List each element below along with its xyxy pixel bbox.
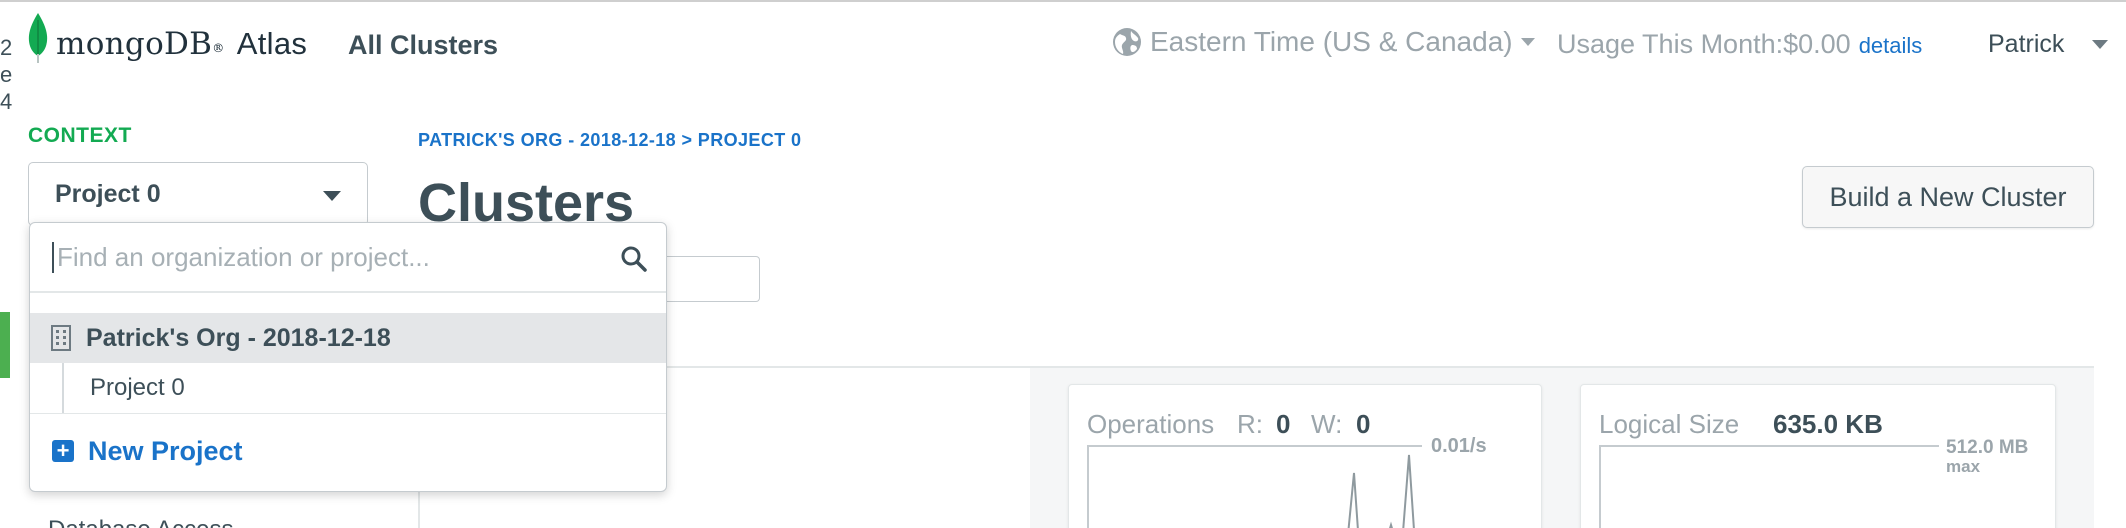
reads-value: 0 bbox=[1276, 409, 1291, 439]
context-search-input[interactable] bbox=[52, 241, 612, 273]
top-navigation-bar: mongoDB® Atlas All Clusters Eastern Time… bbox=[0, 0, 2126, 96]
all-clusters-link[interactable]: All Clusters bbox=[348, 30, 498, 61]
chevron-down-icon bbox=[1520, 38, 1535, 46]
logical-size-value: 635.0 KB bbox=[1773, 409, 1883, 439]
dropdown-project-name: Project 0 bbox=[90, 374, 185, 401]
mongodb-atlas-logo[interactable]: mongoDB® Atlas bbox=[26, 12, 307, 64]
left-edge-accent bbox=[0, 312, 10, 378]
reads-label: R: bbox=[1237, 409, 1263, 439]
globe-icon bbox=[1113, 28, 1141, 56]
building-icon bbox=[51, 325, 71, 351]
project-select-value: Project 0 bbox=[55, 179, 161, 208]
logical-size-label: Logical Size bbox=[1599, 409, 1740, 439]
logical-size-max-label: max bbox=[1946, 457, 1981, 476]
logo-mongodb-text: mongoDB bbox=[56, 26, 213, 62]
plus-icon: + bbox=[52, 440, 74, 462]
operations-label: Operations bbox=[1087, 409, 1215, 439]
logical-size-metric-card[interactable]: Logical Size 635.0 KB 512.0 MB max bbox=[1580, 384, 2056, 528]
chevron-down-icon bbox=[2092, 40, 2109, 49]
logo-registered-mark: ® bbox=[212, 41, 225, 55]
usage-summary: Usage This Month:$0.00 details bbox=[1557, 29, 1922, 60]
timezone-selector[interactable]: Eastern Time (US & Canada) bbox=[1112, 26, 1535, 58]
left-edge-char: 4 bbox=[0, 89, 13, 114]
logical-size-max-value: 512.0 MB bbox=[1946, 437, 2029, 458]
project-context-select[interactable]: Project 0 bbox=[28, 162, 368, 226]
logo-wordmark: mongoDB® Atlas bbox=[56, 26, 307, 62]
writes-value: 0 bbox=[1356, 409, 1371, 439]
user-menu[interactable]: Patrick bbox=[1988, 30, 2109, 59]
mongodb-leaf-icon bbox=[28, 13, 48, 63]
search-icon[interactable] bbox=[620, 245, 648, 273]
operations-metric-card[interactable]: Operations R: 0 W: 0 0.01/s bbox=[1068, 384, 1542, 528]
user-name: Patrick bbox=[1988, 30, 2065, 58]
context-switcher-dropdown: Patrick's Org - 2018-12-18 Project 0 + N… bbox=[29, 222, 667, 492]
sidebar-item-database-access[interactable]: Database Access bbox=[48, 516, 233, 528]
breadcrumb[interactable]: PATRICK'S ORG - 2018-12-18 > PROJECT 0 bbox=[418, 130, 801, 151]
dropdown-project-item[interactable]: Project 0 bbox=[30, 363, 666, 413]
dropdown-org-item[interactable]: Patrick's Org - 2018-12-18 bbox=[30, 313, 666, 363]
new-project-label: New Project bbox=[88, 435, 243, 466]
dropdown-org-name: Patrick's Org - 2018-12-18 bbox=[86, 323, 391, 352]
chevron-down-icon bbox=[323, 191, 341, 201]
usage-details-link[interactable]: details bbox=[1859, 33, 1923, 58]
timezone-label: Eastern Time (US & Canada) bbox=[1150, 26, 1513, 57]
context-label: CONTEXT bbox=[28, 124, 132, 147]
logical-size-sparkline bbox=[1599, 445, 1939, 528]
context-search bbox=[30, 223, 666, 293]
new-project-button[interactable]: + New Project bbox=[30, 414, 666, 488]
build-new-cluster-button[interactable]: Build a New Cluster bbox=[1802, 166, 2094, 228]
logo-atlas-text: Atlas bbox=[236, 26, 308, 61]
left-edge-text: 2 e 4 bbox=[0, 34, 12, 115]
usage-label: Usage This Month:$0.00 bbox=[1557, 29, 1851, 59]
writes-label: W: bbox=[1311, 409, 1343, 439]
left-edge-char: e bbox=[0, 62, 13, 87]
left-edge-char: 2 bbox=[0, 35, 13, 60]
operations-sparkline bbox=[1087, 445, 1422, 528]
